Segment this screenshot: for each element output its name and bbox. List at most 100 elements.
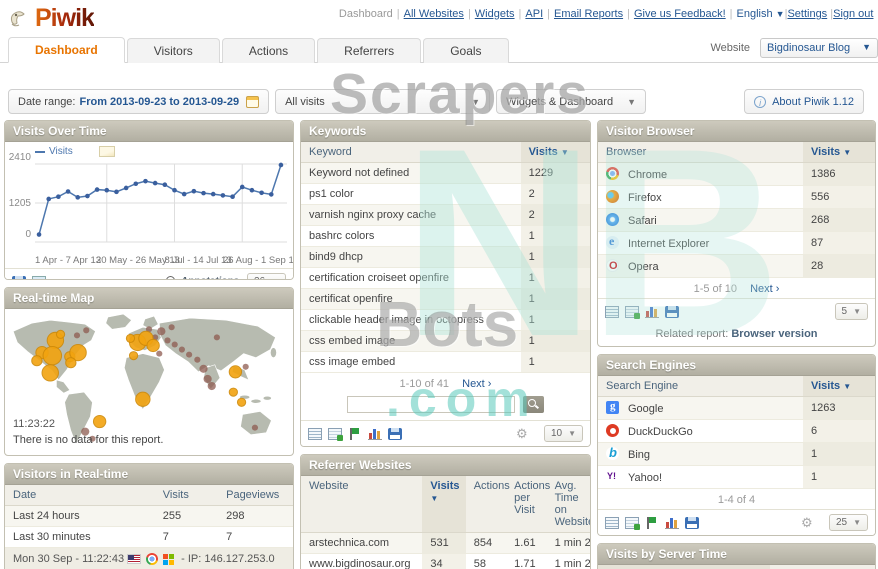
website-select[interactable]: Bigdinosaur Blog ▼ <box>760 38 878 58</box>
col-header-keyword[interactable]: Keyword <box>301 142 521 163</box>
tab-referrers[interactable]: Referrers <box>317 38 422 63</box>
widget-header-search-engines[interactable]: Search Engines <box>598 355 875 376</box>
col-header-visits[interactable]: Visits <box>769 565 820 569</box>
table-row[interactable]: Last 30 minutes 7 7 <box>5 526 293 548</box>
table-row[interactable]: css embed image 1 <box>301 330 590 352</box>
bar-chart-icon[interactable] <box>645 305 659 318</box>
nav-language[interactable]: English ▼ <box>737 8 785 20</box>
related-report-link[interactable]: Browser version <box>731 328 817 340</box>
date-range-picker[interactable]: Date range: From 2013-09-23 to 2013-09-29 <box>8 89 270 114</box>
col-header-browser[interactable]: Browser <box>598 142 803 163</box>
tab-visitors[interactable]: Visitors <box>126 38 220 63</box>
about-piwik-button[interactable]: i About Piwik 1.12 <box>744 89 864 114</box>
gear-icon[interactable]: ⚙ <box>801 516 815 529</box>
table-row[interactable]: Firefox 556 <box>598 185 875 209</box>
search-icon[interactable] <box>522 396 544 414</box>
visitor-log-row[interactable]: Mon 30 Sep - 11:22:43 - IP: 146.127.253.… <box>5 548 293 569</box>
col-header-visits-sorted[interactable]: Visits ▼ <box>422 476 466 533</box>
table-view-icon[interactable] <box>605 516 619 529</box>
table-row[interactable]: DuckDuckGo 6 <box>598 419 875 443</box>
widgets-dashboard-menu[interactable]: Widgets & Dashboard ▼ <box>496 89 646 114</box>
nav-feedback[interactable]: Give us Feedback! <box>634 8 726 20</box>
nav-api[interactable]: API <box>525 8 543 20</box>
tab-dashboard[interactable]: Dashboard <box>8 37 125 63</box>
export-icon[interactable] <box>665 305 679 318</box>
signout-link[interactable]: Sign out <box>833 8 873 20</box>
widget-header-referrer-websites[interactable]: Referrer Websites <box>301 455 590 476</box>
rows-per-page-select[interactable]: 25 ▼ <box>828 514 868 531</box>
widget-header-realtime-map[interactable]: Real-time Map <box>5 288 293 309</box>
table-row[interactable]: Bing1 <box>598 442 875 466</box>
flag-icon[interactable] <box>348 427 362 440</box>
nav-email-reports[interactable]: Email Reports <box>554 8 623 20</box>
tab-actions[interactable]: Actions <box>221 38 316 63</box>
table-row[interactable]: arstechnica.com5318541.611 min 23s <box>301 532 590 554</box>
chart-footer: Annotations 26▼ <box>5 268 293 279</box>
table-row[interactable]: Last 24 hours 255 298 <box>5 505 293 527</box>
search-input[interactable] <box>347 396 516 414</box>
table-row[interactable]: ps1 color 2 <box>301 183 590 205</box>
table-view-icon[interactable] <box>308 427 322 440</box>
piwik-logo[interactable]: Piwik <box>8 4 95 33</box>
annotation-pin-icon[interactable] <box>165 275 175 279</box>
widget-header-visitors-realtime[interactable]: Visitors in Real-time <box>5 464 293 485</box>
export-icon[interactable] <box>388 427 402 440</box>
table-row[interactable]: certification croiseet openfire 1 <box>301 267 590 289</box>
table-more-icon[interactable] <box>625 516 640 530</box>
col-header-avg-time[interactable]: Avg. Time on Website <box>546 476 590 533</box>
rows-per-page-select[interactable]: 5 ▼ <box>834 303 868 320</box>
col-header-visits-sorted[interactable]: Visits ▼ <box>802 376 875 397</box>
table-row[interactable]: clickable header image in octopress 1 <box>301 309 590 331</box>
table-more-icon[interactable] <box>625 305 640 319</box>
line-chart[interactable] <box>35 159 287 247</box>
table-row[interactable]: css image embed 1 <box>301 351 590 373</box>
table-row[interactable]: Opera28 <box>598 254 875 278</box>
table-row[interactable]: Yahoo!1 <box>598 465 875 489</box>
nav-all-websites[interactable]: All Websites <box>404 8 464 20</box>
col-header-visits-sorted[interactable]: Visits ▼ <box>520 142 590 163</box>
table-row[interactable]: Google1263 <box>598 396 875 420</box>
table-more-icon[interactable] <box>328 427 343 441</box>
col-header-actions-per-visit[interactable]: Actions per Visit <box>506 476 550 533</box>
tab-goals[interactable]: Goals <box>423 38 509 63</box>
world-map[interactable]: 11:23:22 There is no data for this repor… <box>5 309 293 455</box>
col-header-actions[interactable]: Actions <box>819 565 875 569</box>
annotations-link[interactable]: Annotations <box>181 276 239 279</box>
table-row[interactable]: bind9 dhcp 1 <box>301 246 590 268</box>
nav-widgets[interactable]: Widgets <box>475 8 515 20</box>
col-header-server-time-sorted[interactable]: Server time ▲ <box>598 565 770 569</box>
widget-visitors-realtime: Visitors in Real-time Date Visits Pagevi… <box>4 463 294 569</box>
table-row[interactable]: Internet Explorer87 <box>598 231 875 255</box>
export-icon[interactable] <box>12 275 26 279</box>
table-row[interactable]: varnish nginx proxy cache 2 <box>301 204 590 226</box>
col-header-visits-sorted[interactable]: Visits ▼ <box>802 142 875 163</box>
visits-chart[interactable]: Visits 2410 1205 0 <box>5 142 293 254</box>
table-view-icon[interactable] <box>605 305 619 318</box>
table-row[interactable]: www.bigdinosaur.org34581.711 min 22s <box>301 553 590 569</box>
gear-icon[interactable]: ⚙ <box>516 427 530 440</box>
widget-header-server-time[interactable]: Visits by Server Time <box>598 544 875 565</box>
table-row[interactable]: certificat openfire 1 <box>301 288 590 310</box>
table-row[interactable]: Keyword not defined 1229 <box>301 162 590 184</box>
col-header-actions[interactable]: Actions <box>465 476 510 533</box>
table-row[interactable]: Safari 268 <box>598 208 875 232</box>
export-icon[interactable] <box>685 516 699 529</box>
image-export-icon[interactable] <box>32 275 46 279</box>
sparkline-icon[interactable] <box>98 146 115 157</box>
widget-header-visits-over-time[interactable]: Visits Over Time <box>5 121 293 142</box>
chart-rows-select[interactable]: 26▼ <box>246 273 286 279</box>
segment-selector[interactable]: All visits ▼ <box>275 89 491 114</box>
col-header-website[interactable]: Website <box>301 476 423 533</box>
col-header-search-engine[interactable]: Search Engine <box>598 376 803 397</box>
next-page-link[interactable]: Next › <box>750 283 779 295</box>
settings-link[interactable]: Settings <box>787 8 827 20</box>
flag-icon[interactable] <box>645 516 659 529</box>
rows-per-page-select[interactable]: 10 ▼ <box>543 425 583 442</box>
bar-chart-icon[interactable] <box>368 427 382 440</box>
next-page-link[interactable]: Next › <box>462 378 491 390</box>
table-row[interactable]: Chrome 1386 <box>598 162 875 186</box>
bar-chart-icon[interactable] <box>665 516 679 529</box>
table-row[interactable]: bashrc colors 1 <box>301 225 590 247</box>
widget-header-keywords[interactable]: Keywords <box>301 121 590 142</box>
widget-header-visitor-browser[interactable]: Visitor Browser <box>598 121 875 142</box>
